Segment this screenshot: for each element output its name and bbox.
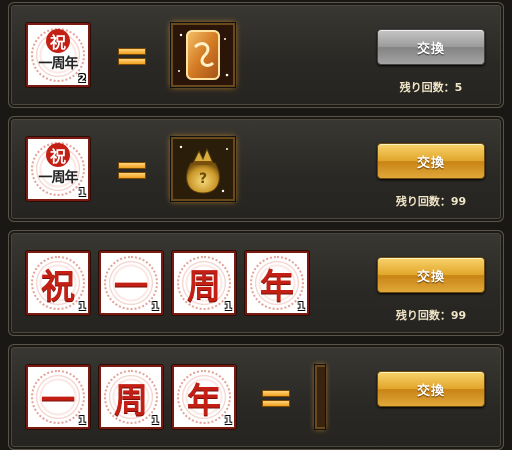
item-count: 1 (224, 300, 232, 313)
remaining-count: 残り回数：99 (395, 309, 467, 322)
exchange-row-3: 祝 1 一 1 周 1 年 1 交換 残り回数：99 (8, 230, 504, 336)
exchange-button[interactable]: 交換 (377, 143, 485, 179)
combo-bottom-text: 一周年 (38, 170, 79, 186)
mystery-bag-icon: ? (171, 137, 235, 201)
item-count: 1 (151, 300, 159, 313)
combo-top-glyph: 祝 (46, 29, 70, 53)
exchange-row-2: 祝 一周年 1 ? 交換 残り回数：99 (8, 116, 504, 222)
cost-item-nen: 年 1 (245, 251, 309, 315)
cost-item-shuu: 周 1 (99, 365, 163, 429)
item-count: 1 (78, 300, 86, 313)
cost-item-ichi: 一 1 (26, 365, 90, 429)
equals-icon (119, 163, 145, 179)
exchange-button[interactable]: 交換 (377, 257, 485, 293)
item-count: 1 (224, 414, 232, 427)
anniversary-combo-item: 祝 一周年 1 (26, 137, 90, 201)
remaining-count: 残り回数：5 (399, 81, 463, 94)
reward-item-icon (315, 365, 325, 429)
exchange-row-1: 祝 一周年 2 交換 残り回数：5 (8, 2, 504, 108)
item-count: 1 (297, 300, 305, 313)
exchange-button-disabled[interactable]: 交換 (377, 29, 485, 65)
item-count: 1 (151, 414, 159, 427)
svg-text:?: ? (199, 171, 207, 187)
cost-item-ichi: 一 1 (99, 251, 163, 315)
remaining-count: 残り回数：99 (395, 195, 467, 208)
cost-item-iwai: 祝 1 (26, 251, 90, 315)
anniversary-combo-item: 祝 一周年 2 (26, 23, 90, 87)
cost-item-shuu: 周 1 (172, 251, 236, 315)
item-count: 1 (78, 414, 86, 427)
cost-item-nen: 年 1 (172, 365, 236, 429)
combo-top-glyph: 祝 (46, 143, 70, 167)
equals-icon (263, 391, 289, 407)
equals-icon (119, 49, 145, 65)
item-count: 2 (78, 72, 86, 85)
golden-card-icon (171, 23, 235, 87)
exchange-row-4: 一 1 周 1 年 1 交換 (8, 344, 504, 450)
item-count: 1 (78, 186, 86, 199)
combo-bottom-text: 一周年 (38, 56, 79, 72)
exchange-button[interactable]: 交換 (377, 371, 485, 407)
